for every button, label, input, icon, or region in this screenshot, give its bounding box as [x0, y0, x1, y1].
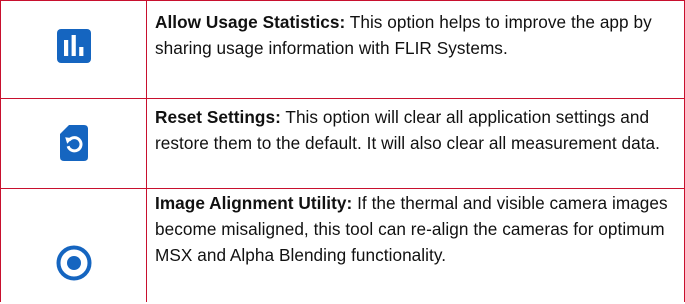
target-alignment-icon	[56, 245, 91, 280]
description-cell: Allow Usage Statistics: This option help…	[147, 1, 684, 98]
table-row-usage-statistics: Allow Usage Statistics: This option help…	[1, 1, 684, 99]
description-cell: Reset Settings: This option will clear a…	[147, 99, 684, 188]
reset-sd-card-icon	[59, 124, 88, 161]
table-row-image-alignment: Image Alignment Utility: If the thermal …	[1, 189, 684, 302]
option-term: Reset Settings:	[155, 107, 281, 127]
option-term: Image Alignment Utility:	[155, 193, 353, 213]
table-row-reset-settings: Reset Settings: This option will clear a…	[1, 99, 684, 189]
icon-cell	[1, 189, 147, 302]
icon-cell	[1, 1, 147, 98]
description-cell: Image Alignment Utility: If the thermal …	[147, 189, 684, 302]
option-term: Allow Usage Statistics:	[155, 12, 346, 32]
settings-description-table: Allow Usage Statistics: This option help…	[0, 0, 685, 302]
bar-chart-icon	[56, 28, 91, 63]
icon-cell	[1, 99, 147, 188]
